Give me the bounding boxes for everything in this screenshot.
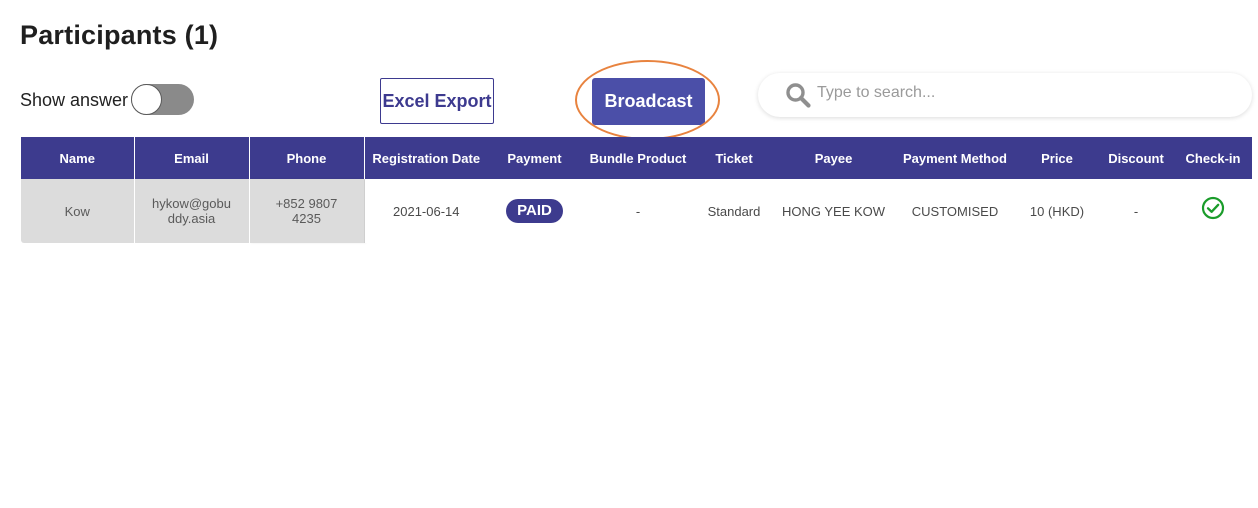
check-circle-icon[interactable] bbox=[1201, 196, 1225, 223]
cell-phone: +852 9807 4235 bbox=[249, 179, 365, 243]
toggle-knob[interactable] bbox=[131, 84, 163, 115]
search-input[interactable] bbox=[817, 78, 1252, 108]
column-header-checkin[interactable]: Check-in bbox=[1174, 137, 1252, 179]
broadcast-button[interactable]: Broadcast bbox=[592, 78, 705, 125]
table-header-row: Name Email Phone Registration Date Payme… bbox=[21, 137, 1252, 179]
column-header-email[interactable]: Email bbox=[134, 137, 250, 179]
cell-name: Kow bbox=[21, 179, 135, 243]
cell-payment: PAID bbox=[488, 179, 581, 243]
cell-price: 10 (HKD) bbox=[1016, 179, 1098, 243]
column-header-payee[interactable]: Payee bbox=[773, 137, 894, 179]
column-header-payment[interactable]: Payment bbox=[488, 137, 581, 179]
page-title: Participants (1) bbox=[20, 20, 219, 50]
cell-payment-method: CUSTOMISED bbox=[894, 179, 1016, 243]
cell-checkin bbox=[1174, 179, 1252, 243]
payment-status-badge: PAID bbox=[506, 199, 563, 223]
column-header-payment-method[interactable]: Payment Method bbox=[894, 137, 1016, 179]
cell-registration-date: 2021-06-14 bbox=[364, 179, 488, 243]
show-answer-toggle[interactable] bbox=[131, 84, 195, 115]
cell-bundle-product: - bbox=[581, 179, 695, 243]
column-header-discount[interactable]: Discount bbox=[1098, 137, 1174, 179]
search-bar[interactable] bbox=[758, 73, 1252, 117]
column-header-name[interactable]: Name bbox=[21, 137, 135, 179]
column-header-registration-date[interactable]: Registration Date bbox=[364, 137, 488, 179]
excel-export-button[interactable]: Excel Export bbox=[380, 78, 494, 124]
search-icon bbox=[785, 82, 811, 108]
participants-table-wrapper: Name Email Phone Registration Date Payme… bbox=[21, 137, 1252, 243]
show-answer-label: Show answer bbox=[20, 89, 129, 110]
table-row[interactable]: Kow hykow@gobuddy.asia +852 9807 4235 20… bbox=[21, 179, 1252, 243]
cell-email: hykow@gobuddy.asia bbox=[134, 179, 250, 243]
participants-page: Participants (1) Show answer Excel Expor… bbox=[0, 0, 1258, 508]
participants-table: Name Email Phone Registration Date Payme… bbox=[21, 137, 1252, 243]
cell-discount: - bbox=[1098, 179, 1174, 243]
show-answer-control: Show answer bbox=[20, 84, 195, 115]
column-header-price[interactable]: Price bbox=[1016, 137, 1098, 179]
column-header-phone[interactable]: Phone bbox=[249, 137, 365, 179]
cell-ticket: Standard bbox=[695, 179, 773, 243]
cell-payee: HONG YEE KOW bbox=[773, 179, 894, 243]
column-header-bundle-product[interactable]: Bundle Product bbox=[581, 137, 695, 179]
column-header-ticket[interactable]: Ticket bbox=[695, 137, 773, 179]
